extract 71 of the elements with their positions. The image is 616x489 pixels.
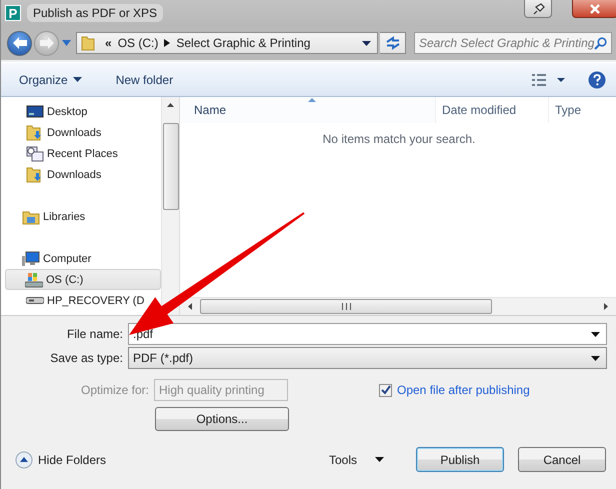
save-type-label: Save as type:: [49, 351, 123, 365]
separator-icon[interactable]: [164, 39, 170, 47]
search-field[interactable]: Search Select Graphic & Printing: [414, 32, 612, 54]
history-dropdown-icon[interactable]: [62, 40, 71, 46]
app-icon: P: [5, 5, 21, 21]
library-icon: [22, 208, 40, 224]
scroll-right-icon[interactable]: [604, 303, 608, 310]
empty-message: No items match your search.: [322, 132, 476, 146]
close-button[interactable]: [572, 0, 616, 18]
scroll-left-icon[interactable]: [188, 303, 192, 310]
scrollbar-thumb[interactable]: [162, 123, 178, 210]
checkbox[interactable]: [379, 384, 392, 396]
organize-menu[interactable]: Organize: [15, 70, 86, 88]
horizontal-scrollbar[interactable]: [180, 297, 616, 315]
file-name-field[interactable]: .pdf: [128, 323, 607, 345]
nav-item[interactable]: Downloads: [1, 122, 161, 143]
back-button[interactable]: [7, 30, 32, 56]
caret-icon: [72, 77, 82, 82]
download-folder-icon: [26, 166, 44, 182]
collapse-icon: [15, 450, 33, 468]
checkbox-label[interactable]: Open file after publishing: [397, 383, 530, 397]
search-icon: [594, 36, 607, 50]
breadcrumb[interactable]: Select Graphic & Printing: [176, 36, 310, 50]
dropdown-icon[interactable]: [362, 40, 371, 46]
dialog-button[interactable]: Publish: [416, 447, 504, 472]
nav-item[interactable]: Downloads: [1, 164, 161, 185]
tools-menu[interactable]: Tools: [328, 452, 384, 466]
download-folder-icon: [26, 124, 44, 140]
file-name-label: File name:: [66, 327, 123, 341]
column-header[interactable]: Date modified: [436, 97, 549, 123]
breadcrumb-overflow[interactable]: «: [105, 36, 112, 50]
nav-item[interactable]: HP_RECOVERY (D: [1, 290, 161, 311]
nav-item[interactable]: Desktop: [1, 101, 161, 122]
scroll-up-icon[interactable]: [167, 103, 174, 107]
column-header[interactable]: Name: [180, 97, 436, 123]
help-icon[interactable]: [588, 70, 606, 88]
refresh-button[interactable]: [380, 32, 406, 54]
nav-item[interactable]: Computer: [1, 248, 161, 269]
refresh-icon: [384, 36, 400, 50]
right-arrow-icon: [38, 36, 54, 50]
scrollbar-thumb[interactable]: [200, 299, 492, 314]
caret-icon: [375, 457, 384, 462]
drive-icon: [26, 297, 44, 304]
forward-button[interactable]: [34, 30, 59, 56]
dropdown-icon: [591, 356, 600, 360]
dropdown-icon: [591, 332, 600, 336]
grip-icon: [342, 303, 350, 310]
nav-item[interactable]: Recent Places: [1, 143, 161, 164]
computer-icon: [22, 250, 40, 266]
dialog-button[interactable]: Cancel: [518, 447, 606, 472]
close-icon: [589, 4, 601, 14]
left-arrow-icon: [12, 36, 28, 50]
pin-button[interactable]: [524, 0, 552, 18]
new-folder-button[interactable]: New folder: [112, 70, 178, 88]
column-header[interactable]: Type: [549, 97, 616, 123]
window-title: Publish as PDF or XPS: [27, 4, 164, 22]
nav-item[interactable]: Libraries: [1, 206, 161, 227]
folder-icon: [81, 35, 95, 51]
hide-folders-button[interactable]: Hide Folders: [15, 450, 106, 468]
address-bar[interactable]: « OS (C:) Select Graphic & Printing: [76, 32, 378, 54]
view-options-button[interactable]: [532, 74, 566, 86]
options-button[interactable]: Options...: [155, 407, 289, 431]
optimize-label: Optimize for:: [81, 383, 150, 397]
pin-icon: [531, 2, 545, 14]
breadcrumb[interactable]: OS (C:): [118, 36, 158, 50]
save-type-dropdown[interactable]: PDF (*.pdf): [128, 347, 607, 369]
nav-item[interactable]: OS (C:): [5, 269, 161, 290]
recent-places-icon: [26, 146, 44, 162]
desktop-icon: [26, 104, 44, 120]
system-drive-icon: [25, 272, 43, 288]
vertical-scrollbar[interactable]: [161, 97, 179, 315]
